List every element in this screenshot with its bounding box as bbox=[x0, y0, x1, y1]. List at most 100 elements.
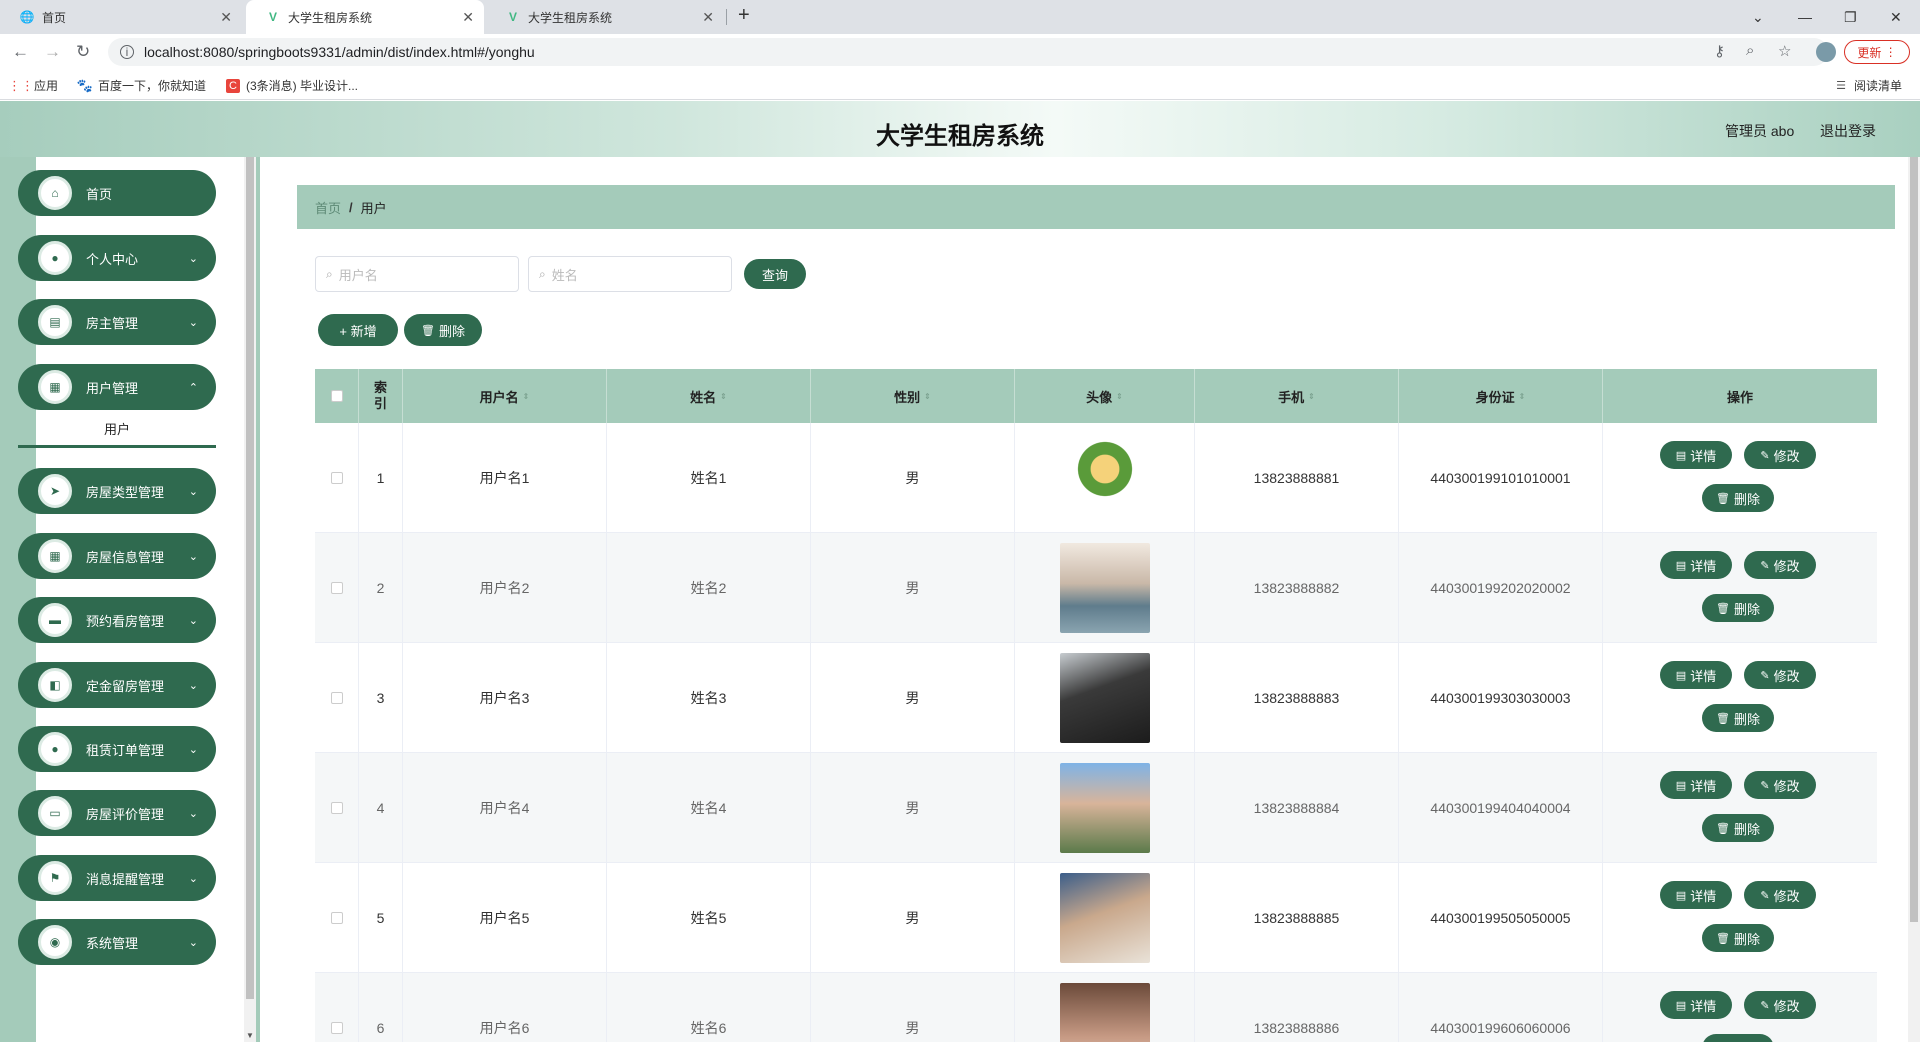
tab-search-icon[interactable]: ⌄ bbox=[1752, 0, 1764, 34]
sort-icon[interactable]: ⇕ bbox=[720, 392, 727, 401]
detail-button[interactable]: ▤ 详情 bbox=[1660, 771, 1732, 799]
sidebar-item-house-info-mgmt[interactable]: ▦ 房屋信息管理 ⌄ bbox=[18, 533, 216, 579]
row-checkbox-cell[interactable] bbox=[315, 533, 359, 643]
logout-link[interactable]: 退出登录 bbox=[1820, 121, 1876, 141]
profile-avatar[interactable] bbox=[1816, 42, 1836, 62]
detail-button[interactable]: ▤ 详情 bbox=[1660, 991, 1732, 1019]
detail-button[interactable]: ▤ 详情 bbox=[1660, 551, 1732, 579]
sort-icon[interactable]: ⇕ bbox=[523, 392, 530, 401]
row-checkbox-cell[interactable] bbox=[315, 753, 359, 863]
row-checkbox[interactable] bbox=[330, 472, 343, 484]
close-icon[interactable]: ✕ bbox=[220, 9, 232, 26]
col-phone[interactable]: 手机 ⇕ bbox=[1195, 369, 1399, 423]
sidebar-item-lease-order-mgmt[interactable]: ● 租赁订单管理 ⌄ bbox=[18, 726, 216, 772]
detail-button[interactable]: ▤ 详情 bbox=[1660, 881, 1732, 909]
row-checkbox[interactable] bbox=[330, 1022, 343, 1034]
edit-button[interactable]: ✎ 修改 bbox=[1744, 991, 1816, 1019]
detail-button[interactable]: ▤ 详情 bbox=[1660, 661, 1732, 689]
row-checkbox[interactable] bbox=[330, 692, 343, 704]
sidebar-scrollbar[interactable]: ▼ bbox=[244, 157, 256, 1042]
col-avatar[interactable]: 头像 ⇕ bbox=[1015, 369, 1195, 423]
bookmark-csdn[interactable]: C (3条消息) 毕业设计... bbox=[226, 77, 358, 94]
sidebar-item-review-mgmt[interactable]: ▭ 房屋评价管理 ⌄ bbox=[18, 790, 216, 836]
restore-icon[interactable]: ❐ bbox=[1844, 0, 1857, 34]
browser-tab-app-active[interactable]: V 大学生租房系统 ✕ bbox=[246, 0, 484, 34]
delete-button[interactable]: 🗑删除 bbox=[1702, 484, 1774, 512]
scroll-down-icon[interactable]: ▼ bbox=[246, 1031, 254, 1040]
detail-button[interactable]: ▤ 详情 bbox=[1660, 441, 1732, 469]
select-all-checkbox[interactable] bbox=[330, 390, 343, 402]
sidebar-subitem-users[interactable]: 用户 bbox=[18, 412, 216, 448]
reading-list[interactable]: ☰ 阅读清单 bbox=[1834, 77, 1902, 94]
row-checkbox-cell[interactable] bbox=[315, 863, 359, 973]
row-checkbox[interactable] bbox=[330, 582, 343, 594]
avatar-image[interactable] bbox=[1059, 983, 1150, 1042]
add-button[interactable]: + 新增 bbox=[318, 314, 398, 346]
star-icon[interactable]: ☆ bbox=[1778, 42, 1791, 60]
edit-button[interactable]: ✎ 修改 bbox=[1744, 441, 1816, 469]
edit-button[interactable]: ✎ 修改 bbox=[1744, 881, 1816, 909]
edit-button[interactable]: ✎ 修改 bbox=[1744, 771, 1816, 799]
window-close-icon[interactable]: ✕ bbox=[1890, 0, 1902, 34]
sidebar-item-viewing-mgmt[interactable]: ▬ 预约看房管理 ⌄ bbox=[18, 597, 216, 643]
scrollbar-thumb[interactable] bbox=[1910, 157, 1918, 922]
sidebar-item-personal-center[interactable]: ● 个人中心 ⌄ bbox=[18, 235, 216, 281]
scrollbar-thumb[interactable] bbox=[246, 157, 254, 999]
query-button[interactable]: 查询 bbox=[744, 259, 806, 289]
key-icon[interactable]: ⚷ bbox=[1714, 42, 1725, 60]
sidebar-item-landlord-mgmt[interactable]: ▤ 房主管理 ⌄ bbox=[18, 299, 216, 345]
avatar-image[interactable] bbox=[1059, 873, 1150, 963]
sidebar-item-deposit-mgmt[interactable]: ◧ 定金留房管理 ⌄ bbox=[18, 662, 216, 708]
sort-icon[interactable]: ⇕ bbox=[1308, 392, 1315, 401]
delete-button[interactable]: 🗑删除 bbox=[1702, 924, 1774, 952]
sort-icon[interactable]: ⇕ bbox=[1519, 392, 1526, 401]
browser-tab-app[interactable]: V 大学生租房系统 ✕ bbox=[486, 0, 724, 34]
col-id-card[interactable]: 身份证 ⇕ bbox=[1399, 369, 1603, 423]
name-search-input[interactable]: ⌕ 姓名 bbox=[528, 256, 732, 292]
new-tab-icon[interactable]: + bbox=[738, 4, 750, 27]
row-checkbox-cell[interactable] bbox=[315, 423, 359, 533]
back-icon[interactable]: ← bbox=[12, 42, 29, 62]
avatar-image[interactable] bbox=[1059, 763, 1150, 853]
sort-icon[interactable]: ⇕ bbox=[1116, 392, 1123, 401]
sort-icon[interactable]: ⇕ bbox=[924, 392, 931, 401]
delete-button[interactable]: 🗑删除 bbox=[1702, 814, 1774, 842]
forward-icon[interactable]: → bbox=[44, 42, 61, 62]
sidebar-item-house-type-mgmt[interactable]: ➤ 房屋类型管理 ⌄ bbox=[18, 468, 216, 514]
sidebar-item-message-mgmt[interactable]: ⚑ 消息提醒管理 ⌄ bbox=[18, 855, 216, 901]
row-checkbox-cell[interactable] bbox=[315, 973, 359, 1042]
avatar-image[interactable] bbox=[1059, 433, 1150, 523]
close-icon[interactable]: ✕ bbox=[702, 9, 714, 26]
edit-button[interactable]: ✎ 修改 bbox=[1744, 661, 1816, 689]
select-all-checkbox-cell[interactable] bbox=[315, 369, 359, 423]
url-field[interactable]: i localhost:8080/springboots9331/admin/d… bbox=[108, 38, 1828, 66]
delete-button[interactable]: 🗑删除 bbox=[1702, 594, 1774, 622]
col-username[interactable]: 用户名 ⇕ bbox=[403, 369, 607, 423]
minimize-icon[interactable]: — bbox=[1798, 0, 1812, 34]
batch-delete-button[interactable]: 🗑 删除 bbox=[404, 314, 482, 346]
col-gender[interactable]: 性别 ⇕ bbox=[811, 369, 1015, 423]
delete-button[interactable]: 🗑删除 bbox=[1702, 1034, 1774, 1042]
info-icon[interactable]: i bbox=[120, 45, 134, 59]
sidebar-item-home[interactable]: ⌂ 首页 bbox=[18, 170, 216, 216]
edit-button[interactable]: ✎ 修改 bbox=[1744, 551, 1816, 579]
reload-icon[interactable]: ↻ bbox=[76, 42, 90, 62]
sidebar-item-system-mgmt[interactable]: ◉ 系统管理 ⌄ bbox=[18, 919, 216, 965]
bookmark-apps[interactable]: ⋮⋮ 应用 bbox=[8, 77, 58, 94]
row-checkbox-cell[interactable] bbox=[315, 643, 359, 753]
zoom-icon[interactable]: ⌕ bbox=[1746, 42, 1754, 59]
avatar-image[interactable] bbox=[1059, 543, 1150, 633]
row-checkbox[interactable] bbox=[330, 912, 343, 924]
breadcrumb-home[interactable]: 首页 bbox=[315, 198, 341, 217]
col-name[interactable]: 姓名 ⇕ bbox=[607, 369, 811, 423]
avatar-image[interactable] bbox=[1059, 653, 1150, 743]
main-scrollbar[interactable] bbox=[1908, 157, 1920, 1042]
row-checkbox[interactable] bbox=[330, 802, 343, 814]
delete-button[interactable]: 🗑删除 bbox=[1702, 704, 1774, 732]
update-button[interactable]: 更新 ⋮ bbox=[1844, 40, 1910, 64]
sidebar-item-user-mgmt[interactable]: ▦ 用户管理 ⌃ bbox=[18, 364, 216, 410]
username-search-input[interactable]: ⌕ 用户名 bbox=[315, 256, 519, 292]
browser-tab-home[interactable]: 🌐 首页 ✕ bbox=[0, 0, 242, 34]
close-icon[interactable]: ✕ bbox=[462, 9, 474, 26]
bookmark-baidu[interactable]: 🐾 百度一下，你就知道 bbox=[77, 77, 206, 94]
